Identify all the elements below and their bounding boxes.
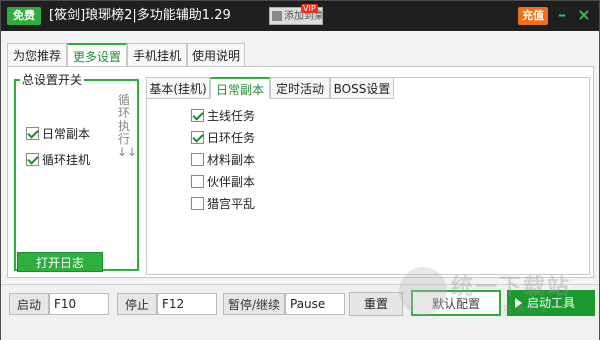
master-switch-title: 总设置开关: [20, 71, 85, 88]
checkbox-label: 材料副本: [207, 153, 256, 167]
stop-hotkey-label: 停止: [117, 293, 157, 315]
checkbox-label: 伙伴副本: [207, 175, 256, 189]
master-loop-afk-checkbox[interactable]: 循环挂机: [26, 151, 116, 169]
master-daily-dungeon-checkbox[interactable]: 日常副本: [26, 125, 116, 143]
checkbox-label: 日环任务: [207, 131, 256, 145]
default-config-button[interactable]: 默认配置: [411, 290, 501, 316]
start-tool-label: 启动工具: [526, 296, 575, 310]
hunting-palace-checkbox[interactable]: 猎宫平乱: [191, 195, 281, 213]
title-bar: 免费 [筱剑]琅琊榜2|多功能辅助1.29 添加到桌面 VIP 充值 – ×: [1, 1, 599, 31]
pause-hotkey-input[interactable]: Pause: [285, 293, 345, 315]
checkbox-label: 日常副本: [42, 127, 91, 141]
material-dungeon-checkbox[interactable]: 材料副本: [191, 151, 281, 169]
reset-button[interactable]: 重置: [349, 292, 403, 316]
checkbox-box[interactable]: [191, 153, 204, 166]
partner-dungeon-checkbox[interactable]: 伙伴副本: [191, 173, 281, 191]
start-hotkey-label: 启动: [9, 293, 49, 315]
stop-hotkey-input[interactable]: F12: [157, 293, 217, 315]
subtab-basic-afk[interactable]: 基本(挂机): [146, 77, 210, 99]
checkbox-label: 猎宫平乱: [207, 197, 256, 211]
pause-hotkey-label: 暂停/继续: [223, 293, 285, 315]
tab-recommend[interactable]: 为您推荐: [7, 43, 67, 67]
desktop-icon: [272, 11, 282, 21]
checkbox-box[interactable]: [26, 153, 39, 166]
app-title: [筱剑]琅琊榜2|多功能辅助1.29: [49, 8, 231, 23]
checkbox-box[interactable]: [191, 131, 204, 144]
tab-more-settings[interactable]: 更多设置: [67, 43, 127, 67]
minimize-icon[interactable]: –: [553, 6, 571, 24]
main-quest-checkbox[interactable]: 主线任务: [191, 107, 281, 125]
recharge-button[interactable]: 充值: [518, 7, 548, 25]
tab-instructions[interactable]: 使用说明: [187, 43, 245, 67]
checkbox-box[interactable]: [191, 109, 204, 122]
checkbox-label: 主线任务: [207, 109, 256, 123]
free-badge: 免费: [7, 7, 41, 25]
checkbox-box[interactable]: [191, 197, 204, 210]
checkbox-label: 循环挂机: [42, 153, 91, 167]
daily-ring-checkbox[interactable]: 日环任务: [191, 129, 281, 147]
loop-exec-hint: 循环执行↓↓: [117, 93, 138, 159]
checkbox-box[interactable]: [26, 127, 39, 140]
open-log-button[interactable]: 打开日志: [17, 252, 103, 272]
subtab-daily-dungeon[interactable]: 日常副本: [210, 77, 270, 99]
subtab-timed-events[interactable]: 定时活动: [270, 77, 330, 99]
play-icon: [515, 298, 522, 308]
tab-mobile-afk[interactable]: 手机挂机: [127, 43, 187, 67]
start-hotkey-input[interactable]: F10: [49, 293, 109, 315]
subtab-boss-settings[interactable]: BOSS设置: [330, 77, 394, 99]
vip-tag: VIP: [301, 4, 318, 13]
start-tool-button[interactable]: 启动工具: [507, 290, 595, 316]
app-window: 免费 [筱剑]琅琊榜2|多功能辅助1.29 添加到桌面 VIP 充值 – × 为…: [0, 0, 600, 340]
checkbox-box[interactable]: [191, 175, 204, 188]
close-icon[interactable]: ×: [575, 6, 593, 24]
